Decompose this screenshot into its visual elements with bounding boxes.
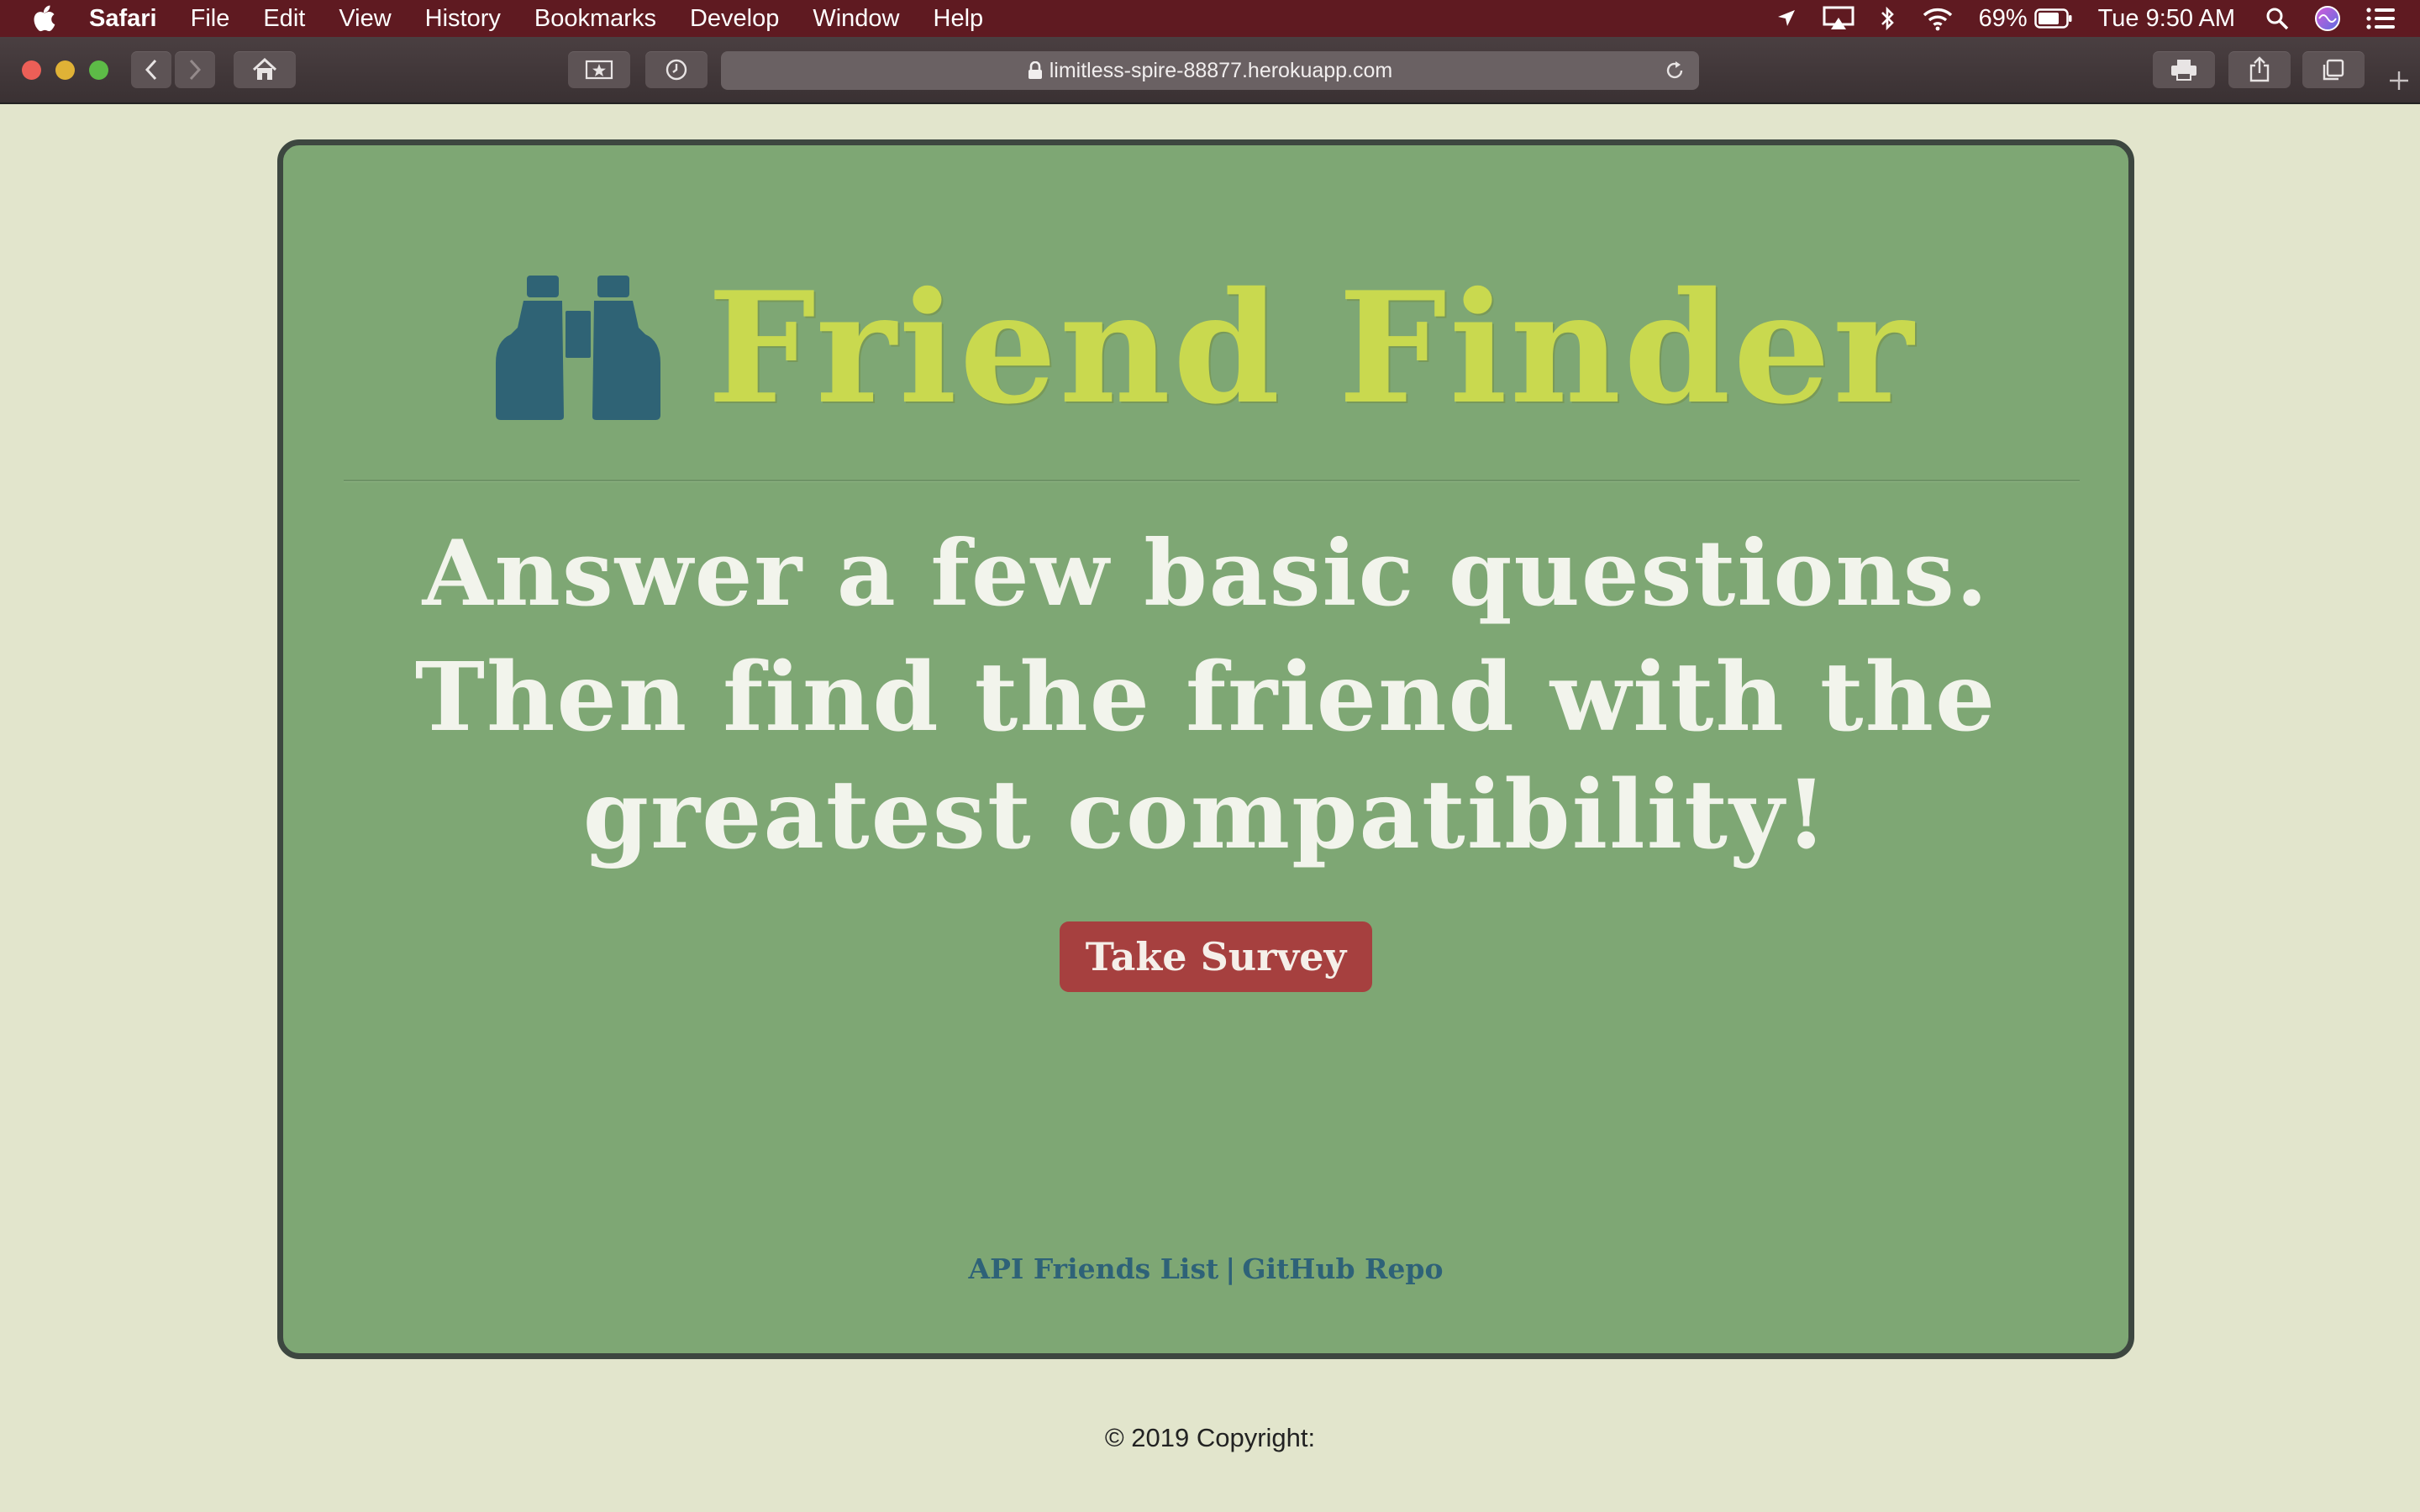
menu-app-name[interactable]: Safari (89, 5, 157, 33)
airplay-icon[interactable] (1823, 6, 1854, 31)
battery-icon[interactable] (2033, 8, 2073, 29)
chevron-left-icon (145, 59, 157, 81)
menu-window[interactable]: Window (813, 5, 899, 33)
spotlight-search-icon[interactable] (2265, 7, 2289, 30)
address-bar[interactable]: limitless-spire-88877.herokuapp.com (721, 51, 1699, 90)
clock-icon (666, 59, 687, 81)
zoom-window-button[interactable] (89, 60, 108, 80)
reload-icon[interactable] (1664, 60, 1686, 87)
url-text: limitless-spire-88877.herokuapp.com (1049, 58, 1393, 82)
home-button[interactable] (234, 51, 296, 88)
github-repo-link[interactable]: GitHub Repo (1242, 1252, 1443, 1285)
lock-icon (1028, 61, 1043, 80)
menu-bookmarks[interactable]: Bookmarks (534, 5, 656, 33)
tagline-line-1: Answer a few basic questions. (422, 521, 1990, 627)
divider (344, 480, 2080, 482)
menu-help[interactable]: Help (934, 5, 984, 33)
history-button[interactable] (645, 51, 708, 88)
menu-file[interactable]: File (191, 5, 230, 33)
share-button[interactable] (2228, 51, 2291, 88)
page-title: Friend Finder (707, 258, 1917, 438)
tagline-line-2: Then find the friend with the greatest c… (414, 643, 1997, 870)
close-window-button[interactable] (22, 60, 41, 80)
print-button[interactable] (2153, 51, 2215, 88)
printer-icon (2171, 60, 2196, 81)
battery-percent: 69% (1978, 4, 2028, 32)
api-friends-list-link[interactable]: API Friends List (968, 1252, 1218, 1285)
menu-bar: Safari File Edit View History Bookmarks … (0, 0, 2420, 37)
bookmarks-star-icon (585, 60, 613, 80)
home-icon (252, 58, 277, 80)
apple-menu-icon[interactable] (32, 5, 66, 32)
wifi-icon[interactable] (1922, 6, 1954, 31)
link-separator: | (1225, 1252, 1236, 1285)
chevron-right-icon (189, 59, 202, 81)
menu-history[interactable]: History (425, 5, 501, 33)
tabs-icon (2323, 59, 2344, 81)
footer-links: API Friends List | GitHub Repo (283, 1252, 2128, 1285)
plus-icon (2390, 71, 2408, 90)
tabs-overview-button[interactable] (2302, 51, 2365, 88)
menu-develop[interactable]: Develop (690, 5, 779, 33)
bookmarks-button[interactable] (568, 51, 630, 88)
binoculars-icon (495, 276, 660, 420)
menu-edit[interactable]: Edit (263, 5, 305, 33)
take-survey-button[interactable]: Take Survey (1060, 921, 1372, 992)
browser-toolbar: limitless-spire-88877.herokuapp.com (0, 37, 2420, 104)
siri-icon[interactable] (2314, 5, 2341, 32)
back-button[interactable] (131, 51, 171, 88)
location-arrow-icon[interactable] (1776, 8, 1797, 29)
jumbotron-card: Friend Finder Answer a few basic questio… (277, 139, 2134, 1359)
share-icon (2249, 56, 2270, 82)
copyright-text: © 2019 Copyright: (1104, 1423, 1316, 1452)
control-center-icon[interactable] (2366, 7, 2396, 30)
minimize-window-button[interactable] (55, 60, 75, 80)
hero-header: Friend Finder (283, 271, 2128, 424)
new-tab-button[interactable] (2380, 62, 2418, 99)
bluetooth-icon[interactable] (1880, 6, 1897, 31)
menu-view[interactable]: View (339, 5, 391, 33)
forward-button[interactable] (175, 51, 215, 88)
clock[interactable]: Tue 9:50 AM (2098, 5, 2235, 33)
